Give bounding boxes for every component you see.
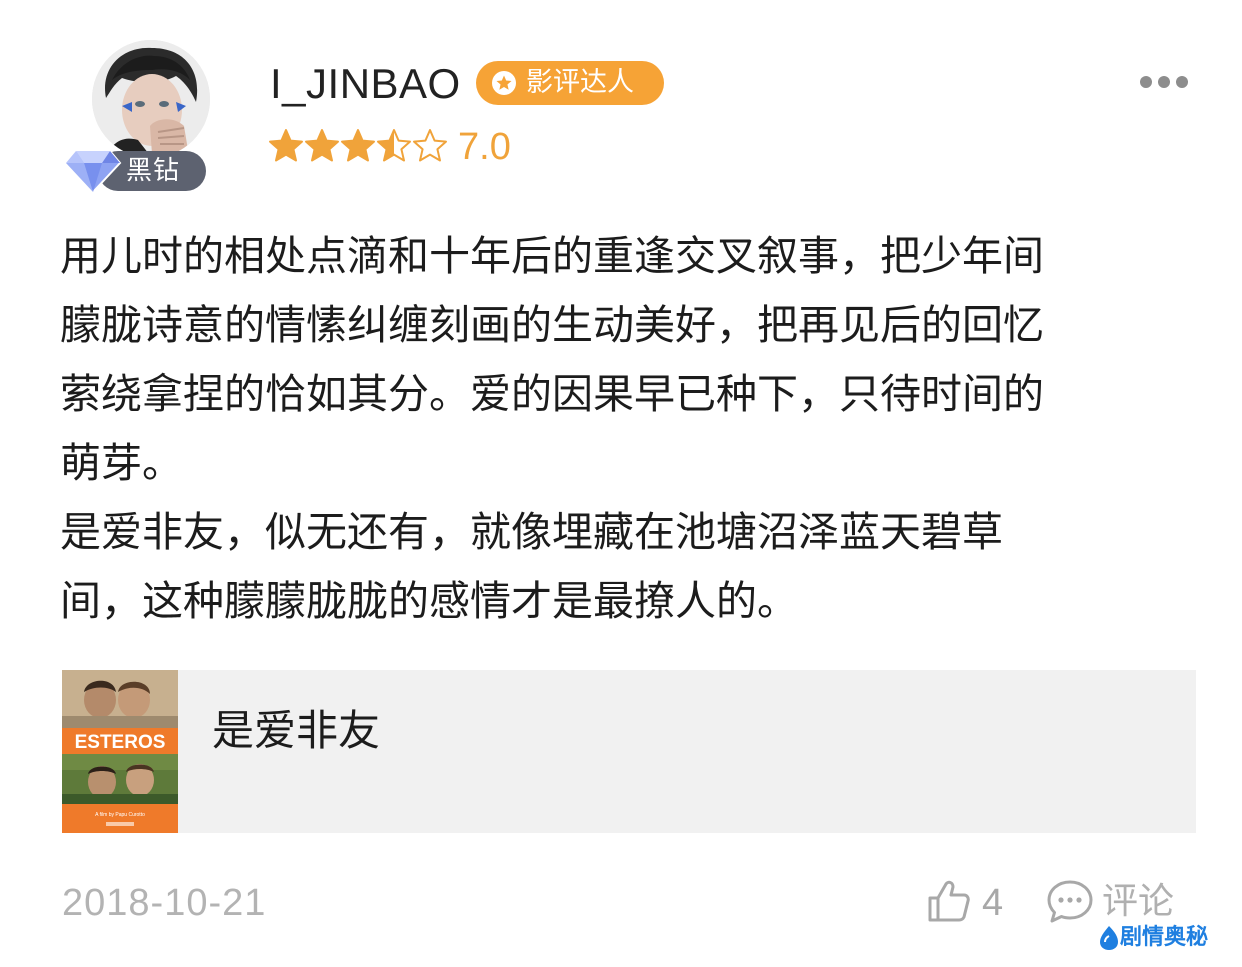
more-options-button[interactable] bbox=[1132, 68, 1192, 98]
like-button[interactable]: 4 bbox=[926, 876, 1016, 928]
rating-star-icon bbox=[269, 129, 303, 162]
rating-score: 7.0 bbox=[458, 126, 511, 168]
more-dots-icon bbox=[1140, 76, 1152, 88]
diamond-icon bbox=[64, 150, 122, 194]
watermark-text: 剧情奥秘 bbox=[1120, 925, 1209, 950]
review-line: 萦绕拿捏的恰如其分。爱的因果早已种下，只待时间的 bbox=[60, 370, 1044, 418]
like-count: 4 bbox=[982, 882, 1004, 924]
movie-title: 是爱非友 bbox=[212, 706, 381, 755]
review-line: 是爱非友，似无还有，就像埋藏在池塘沼泽蓝天碧草 bbox=[60, 508, 1003, 556]
poster-image: ESTEROS A film by Papu Curotto bbox=[62, 670, 178, 833]
avatar[interactable] bbox=[92, 40, 210, 158]
critic-label: 影评达人 bbox=[526, 67, 634, 98]
watermark: 剧情奥秘 bbox=[1098, 920, 1228, 958]
avatar-image bbox=[92, 40, 210, 158]
review-card: 黑钻 I_JINBAO 影评达人 7.0 用儿时的相处点滴和十年后的重逢交叉叙事… bbox=[0, 0, 1242, 967]
vip-badge: 黑钻 bbox=[64, 147, 206, 194]
rating-star-icon bbox=[305, 129, 339, 162]
review-line: 朦胧诗意的情愫纠缠刻画的生动美好，把再见后的回忆 bbox=[60, 301, 1044, 349]
watermark-logo-icon bbox=[1100, 926, 1118, 950]
rating-star-icon bbox=[341, 129, 375, 162]
comment-label: 评论 bbox=[1102, 881, 1175, 922]
poster-credit: A film by Papu Curotto bbox=[95, 812, 145, 818]
star-icon bbox=[492, 71, 516, 95]
movie-card[interactable]: ESTEROS A film by Papu Curotto 是爱非友 bbox=[62, 670, 1196, 833]
rating-star-icon bbox=[413, 129, 447, 162]
star-rating bbox=[268, 128, 448, 168]
review-line: 间，这种朦朦胧胧的感情才是最撩人的。 bbox=[60, 577, 798, 625]
thumbs-up-icon bbox=[928, 880, 970, 922]
poster-title: ESTEROS bbox=[75, 732, 166, 753]
more-dot bbox=[1176, 76, 1188, 88]
review-text: 用儿时的相处点滴和十年后的重逢交叉叙事，把少年间 朦胧诗意的情愫纠缠刻画的生动美… bbox=[60, 222, 1180, 636]
vip-label: 黑钻 bbox=[126, 156, 181, 186]
review-line: 用儿时的相处点滴和十年后的重逢交叉叙事，把少年间 bbox=[60, 232, 1044, 280]
movie-poster: ESTEROS A film by Papu Curotto bbox=[62, 670, 178, 833]
comment-bubble-icon bbox=[1047, 880, 1093, 923]
more-dot bbox=[1158, 76, 1170, 88]
rating-star-icon bbox=[377, 129, 411, 162]
review-date: 2018-10-21 bbox=[62, 882, 267, 924]
username[interactable]: I_JINBAO bbox=[270, 58, 461, 110]
review-line: 萌芽。 bbox=[60, 439, 183, 487]
critic-badge: 影评达人 bbox=[476, 61, 664, 105]
